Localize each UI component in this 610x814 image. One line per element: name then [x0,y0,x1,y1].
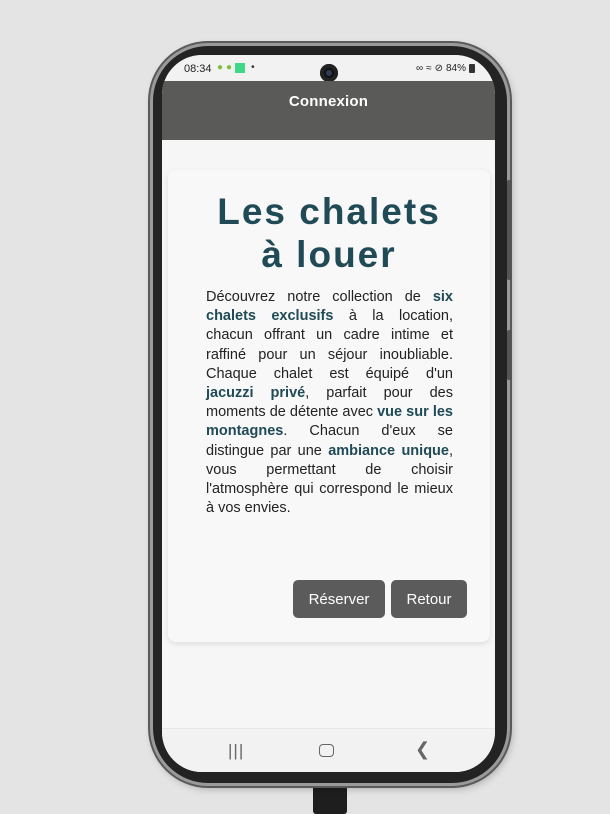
status-time: 08:34 [184,63,212,75]
title-line-2: à louer [261,234,397,275]
wifi-icon: ≈ [426,63,432,74]
system-nav-bar: ||| ❮ [162,728,495,772]
description-text: Découvrez notre collection de six chalet… [206,288,453,518]
do-not-disturb-icon: ⊘ [434,63,443,74]
android-icon: ● [226,61,233,73]
volume-button [507,180,512,280]
more-notifications-icon: • [251,62,255,73]
app-notification-icon [235,62,246,73]
phone-screen: 08:34 ● ● • ∞ ≈ ⊘ 84% Connexion Les chal… [162,55,495,772]
desc-highlight-ambiance: ambiance unique [328,442,449,459]
android-icon: ● [217,61,224,73]
reserve-button[interactable]: Réserver [293,580,385,618]
desc-highlight-jacuzzi: jacuzzi privé [206,385,306,402]
title-line-1: Les chalets [217,191,441,232]
page-title: Les chalets à louer [168,190,490,276]
front-camera [320,64,338,82]
back-button[interactable]: Retour [391,580,467,618]
battery-icon [469,64,475,73]
power-button [507,330,512,380]
app-bar: Connexion [162,81,495,140]
chalets-card: Les chalets à louer Découvrez notre coll… [168,170,490,642]
app-bar-title: Connexion [288,93,369,110]
status-indicators: ∞ ≈ ⊘ 84% [416,63,475,74]
recent-apps-icon[interactable]: ||| [228,741,244,761]
charging-cable [313,784,347,814]
battery-percent: 84% [445,63,466,74]
home-icon[interactable] [319,744,334,757]
back-chevron-icon[interactable]: ❮ [415,739,430,760]
desc-text-1: Découvrez notre collection de [206,289,433,305]
notification-icons: ● ● • [217,62,255,73]
status-bar: 08:34 ● ● • ∞ ≈ ⊘ 84% [162,55,495,82]
main-content: Les chalets à louer Découvrez notre coll… [162,140,495,728]
link-icon: ∞ [415,63,424,74]
